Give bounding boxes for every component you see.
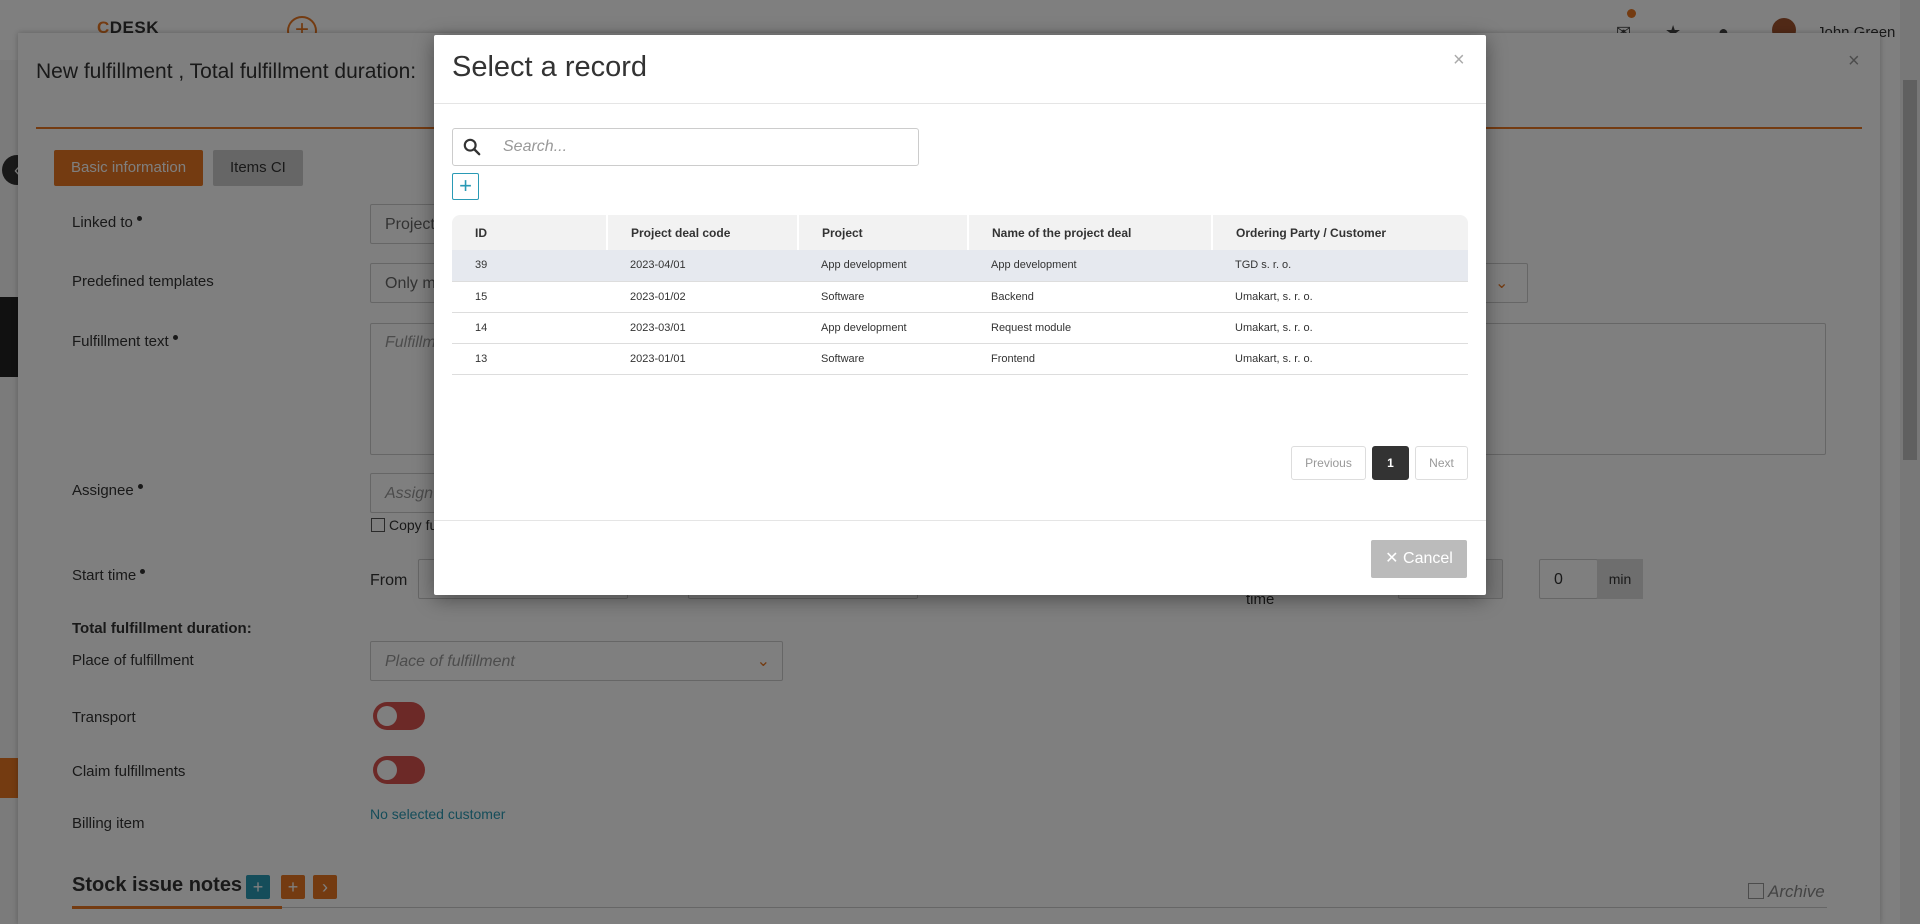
add-record-button[interactable]: + xyxy=(452,173,479,200)
cell-customer: Umakart, s. r. o. xyxy=(1212,281,1468,313)
cell-customer: Umakart, s. r. o. xyxy=(1212,343,1468,375)
cell-id: 39 xyxy=(452,250,607,282)
search-icon xyxy=(463,138,481,156)
cell-id: 14 xyxy=(452,312,607,344)
cell-project: Software xyxy=(798,281,968,313)
table-row[interactable]: 39 2023-04/01 App development App develo… xyxy=(452,250,1468,282)
table-row[interactable]: 14 2023-03/01 App development Request mo… xyxy=(452,312,1468,344)
cell-project: Software xyxy=(798,343,968,375)
cell-deal-code: 2023-03/01 xyxy=(607,312,798,344)
cell-id: 13 xyxy=(452,343,607,375)
cell-deal-code: 2023-04/01 xyxy=(607,250,798,282)
cell-project: App development xyxy=(798,312,968,344)
pagination-previous-button[interactable]: Previous xyxy=(1291,446,1366,480)
cell-deal-name: Backend xyxy=(968,281,1212,313)
table-header-row: ID Project deal code Project Name of the… xyxy=(452,215,1468,250)
table-row[interactable]: 15 2023-01/02 Software Backend Umakart, … xyxy=(452,281,1468,313)
cell-deal-code: 2023-01/02 xyxy=(607,281,798,313)
select-record-modal: Select a record × + ID Project deal code… xyxy=(434,35,1486,595)
column-header-project[interactable]: Project xyxy=(798,215,969,250)
cell-deal-name: Frontend xyxy=(968,343,1212,375)
pagination-next-button[interactable]: Next xyxy=(1415,446,1468,480)
cell-customer: TGD s. r. o. xyxy=(1212,250,1468,282)
close-icon[interactable]: × xyxy=(1453,49,1465,72)
pagination-page-1[interactable]: 1 xyxy=(1372,446,1409,480)
cell-id: 15 xyxy=(452,281,607,313)
modal-header: Select a record × xyxy=(434,35,1486,104)
cell-deal-name: Request module xyxy=(968,312,1212,344)
cell-deal-name: App development xyxy=(968,250,1212,282)
cell-project: App development xyxy=(798,250,968,282)
column-header-deal-name[interactable]: Name of the project deal xyxy=(968,215,1213,250)
modal-footer-divider xyxy=(434,520,1486,521)
column-header-id[interactable]: ID xyxy=(452,215,608,250)
cell-customer: Umakart, s. r. o. xyxy=(1212,312,1468,344)
records-table: ID Project deal code Project Name of the… xyxy=(452,215,1468,375)
search-box[interactable] xyxy=(452,128,919,166)
modal-title: Select a record xyxy=(452,51,648,83)
cell-deal-code: 2023-01/01 xyxy=(607,343,798,375)
column-header-customer[interactable]: Ordering Party / Customer xyxy=(1212,215,1468,250)
cancel-button[interactable]: ✕ Cancel xyxy=(1371,540,1467,578)
table-row[interactable]: 13 2023-01/01 Software Frontend Umakart,… xyxy=(452,343,1468,375)
search-input[interactable] xyxy=(501,135,901,159)
column-header-project-deal-code[interactable]: Project deal code xyxy=(607,215,799,250)
